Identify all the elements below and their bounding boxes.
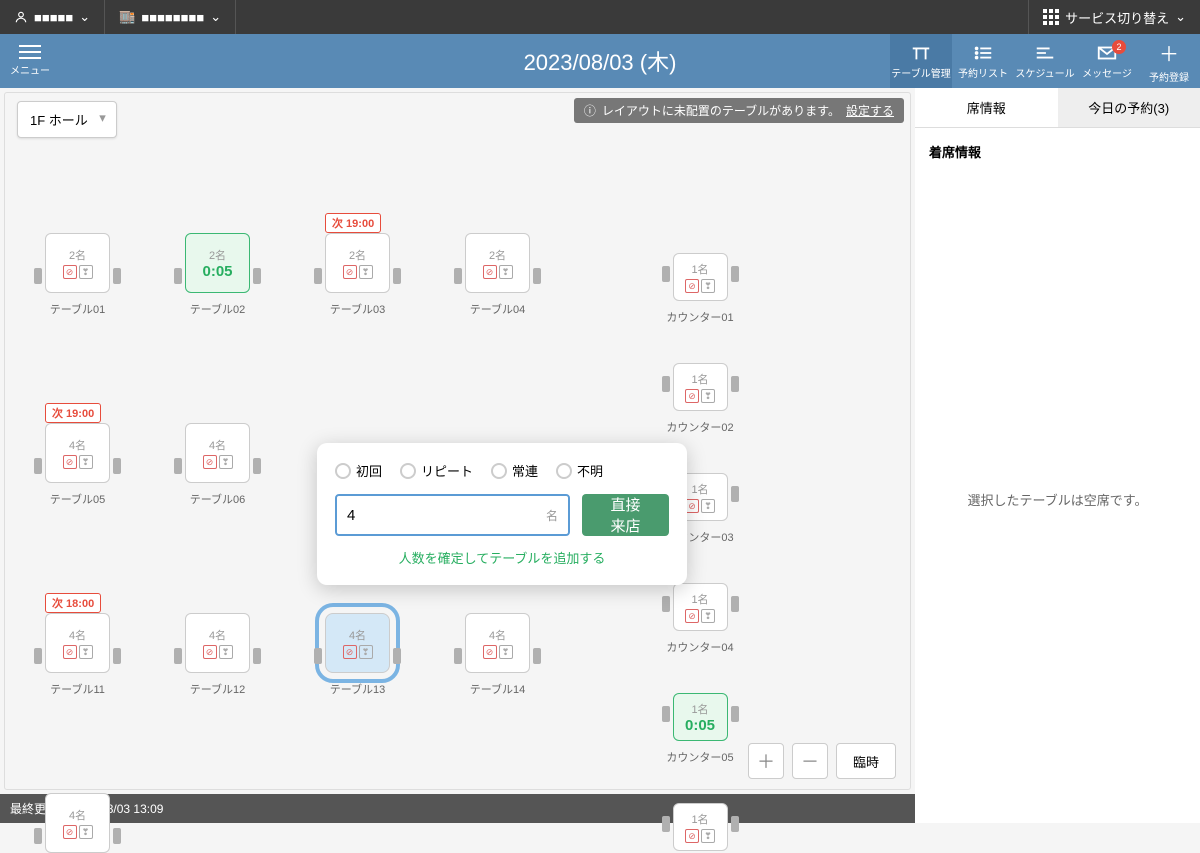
table-label: テーブル04: [455, 301, 540, 317]
user-icon: [14, 10, 28, 24]
warning-settings-link[interactable]: 設定する: [846, 102, 894, 119]
table-label: テーブル03: [315, 301, 400, 317]
list-icon: [972, 43, 994, 63]
topbar: ■■■■■ ⌄ 🏬 ■■■■■■■■ ⌄ サービス切り替え ⌄: [0, 0, 1200, 34]
zoom-in-button[interactable]: ＋: [748, 743, 784, 779]
zoom-out-button[interactable]: －: [792, 743, 828, 779]
table-t04[interactable]: 2名⊘❣テーブル04: [455, 233, 540, 317]
table-t03[interactable]: 次 19:002名⊘❣テーブル03: [315, 233, 400, 317]
next-tag: 次 19:00: [325, 213, 381, 233]
table-label: テーブル02: [175, 301, 260, 317]
hamburger-icon: [0, 45, 60, 59]
schedule-icon: [1034, 43, 1056, 63]
table-label: テーブル14: [455, 681, 540, 697]
table-label: テーブル05: [35, 491, 120, 507]
sidebar: 席情報 今日の予約(3) 着席情報 選択したテーブルは空席です。: [915, 88, 1200, 823]
table-t11[interactable]: 次 18:004名⊘❣テーブル11: [35, 613, 120, 697]
tab-seat-info[interactable]: 席情報: [915, 88, 1058, 128]
table-label: テーブル01: [35, 301, 120, 317]
service-switch[interactable]: サービス切り替え ⌄: [1028, 0, 1200, 34]
nav-table-mgmt[interactable]: テーブル管理: [890, 34, 952, 88]
table-label: テーブル13: [315, 681, 400, 697]
table-t02[interactable]: 2名0:05テーブル02: [175, 233, 260, 317]
next-tag: 次 18:00: [45, 593, 101, 613]
grid-icon: [1043, 9, 1059, 25]
radio-unknown[interactable]: 不明: [556, 461, 603, 480]
radio-regular[interactable]: 常連: [491, 461, 538, 480]
statusbar: 最終更新：2023/08/03 13:09: [0, 794, 915, 823]
nav-reservation-list[interactable]: 予約リスト: [952, 34, 1014, 88]
counter-c06[interactable]: 1名⊘❣: [665, 803, 735, 851]
table-label: テーブル06: [175, 491, 260, 507]
counter-label: カウンター01: [665, 309, 735, 325]
counter-c01[interactable]: 1名⊘❣カウンター01: [665, 253, 735, 325]
nav-messages[interactable]: 2 メッセージ: [1076, 34, 1138, 88]
walkin-button[interactable]: 直接来店: [582, 494, 669, 536]
layout-warning: ⓘ レイアウトに未配置のテーブルがあります。 設定する: [574, 98, 904, 123]
nav-schedule[interactable]: スケジュール: [1014, 34, 1076, 88]
counter-label: カウンター05: [665, 749, 735, 765]
guest-count-input[interactable]: [347, 507, 546, 524]
menu-button[interactable]: メニュー: [0, 45, 60, 77]
plus-icon: ＋: [1159, 38, 1179, 67]
counter-c02[interactable]: 1名⊘❣カウンター02: [665, 363, 735, 435]
guest-count-field[interactable]: 名: [335, 494, 570, 536]
counter-c05[interactable]: 1名0:05カウンター05: [665, 693, 735, 765]
store-icon: 🏬: [119, 9, 135, 25]
table-label: テーブル11: [35, 681, 120, 697]
table-label: テーブル12: [175, 681, 260, 697]
next-tag: 次 19:00: [45, 403, 101, 423]
floor-select[interactable]: 1F ホール: [17, 101, 117, 138]
tab-today-reservations[interactable]: 今日の予約(3): [1058, 88, 1200, 128]
table-t14[interactable]: 4名⊘❣テーブル14: [455, 613, 540, 697]
store-menu[interactable]: 🏬 ■■■■■■■■ ⌄: [105, 0, 236, 34]
table-t06[interactable]: 4名⊘❣テーブル06: [175, 423, 260, 507]
seat-info-heading: 着席情報: [915, 128, 1200, 175]
table-icon: [910, 43, 932, 63]
add-table-link[interactable]: 人数を確定してテーブルを追加する: [335, 548, 669, 567]
temp-button[interactable]: 臨時: [836, 743, 896, 779]
table-t15[interactable]: 4名⊘❣: [35, 793, 120, 853]
table-t13[interactable]: 4名⊘❣テーブル13: [315, 613, 400, 697]
table-t12[interactable]: 4名⊘❣テーブル12: [175, 613, 260, 697]
table-t01[interactable]: 2名⊘❣テーブル01: [35, 233, 120, 317]
nav-new-reservation[interactable]: ＋ 予約登録: [1138, 34, 1200, 88]
info-icon: ⓘ: [584, 102, 596, 119]
counter-label: カウンター04: [665, 639, 735, 655]
radio-first[interactable]: 初回: [335, 461, 382, 480]
radio-repeat[interactable]: リピート: [400, 461, 473, 480]
seat-info-empty: 選択したテーブルは空席です。: [915, 175, 1200, 823]
user-menu[interactable]: ■■■■■ ⌄: [0, 0, 105, 34]
counter-label: カウンター02: [665, 419, 735, 435]
floor-area: ⓘ レイアウトに未配置のテーブルがあります。 設定する 1F ホール 初回 リピ…: [4, 92, 911, 790]
titlebar: メニュー 2023/08/03 (木) テーブル管理 予約リスト スケジュール …: [0, 34, 1200, 88]
table-t05[interactable]: 次 19:004名⊘❣テーブル05: [35, 423, 120, 507]
walkin-popup: 初回 リピート 常連 不明 名 直接来店 人数を確定してテーブルを追加する: [317, 443, 687, 585]
page-title: 2023/08/03 (木): [524, 45, 677, 77]
counter-c04[interactable]: 1名⊘❣カウンター04: [665, 583, 735, 655]
